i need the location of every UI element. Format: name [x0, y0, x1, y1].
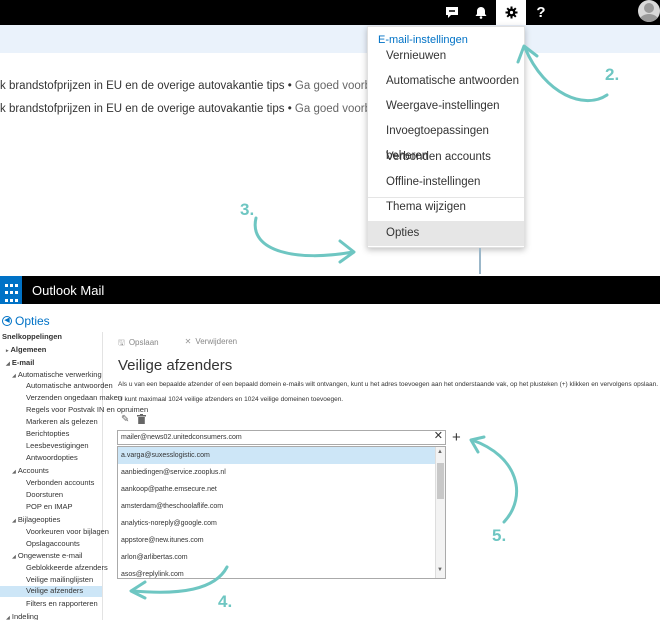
- nav-connected-accounts[interactable]: Verbonden accounts: [26, 478, 94, 487]
- avatar[interactable]: [638, 0, 660, 22]
- news-line[interactable]: k brandstofprijzen in EU en de overige a…: [0, 80, 370, 92]
- nav-blocked-senders[interactable]: Geblokkeerde afzenders: [26, 563, 108, 572]
- list-item[interactable]: arlon@arlibertas.com: [118, 549, 436, 566]
- nav-attachment-options[interactable]: ◢ Bijlageopties: [12, 515, 60, 524]
- add-sender-button[interactable]: +: [452, 429, 461, 446]
- nav-filters-reporting[interactable]: Filters en rapporteren: [26, 599, 98, 608]
- scroll-up-icon[interactable]: ▲: [437, 449, 443, 455]
- options-toolbar: 🖫 Opslaan ✕ Verwijderen: [118, 337, 237, 351]
- nav-junk-email[interactable]: ◢ Ongewenste e-mail: [12, 551, 82, 560]
- back-arrow-icon: ◀: [2, 316, 12, 326]
- menu-item-refresh[interactable]: Vernieuwen: [368, 44, 524, 69]
- list-actions: ✎: [121, 414, 147, 427]
- gear-icon[interactable]: [496, 0, 526, 25]
- bell-icon[interactable]: [466, 0, 496, 25]
- top-header-bar: ?: [0, 0, 660, 25]
- settings-dropdown: E-mail-instellingen Vernieuwen Automatis…: [367, 26, 525, 248]
- list-item[interactable]: appstore@new.itunes.com: [118, 532, 436, 549]
- app-launcher-icon[interactable]: [0, 276, 22, 304]
- annotation-arrow-2: [516, 44, 609, 103]
- nav-undo-send[interactable]: Verzenden ongedaan maken: [26, 393, 122, 402]
- chat-icon[interactable]: [437, 0, 467, 25]
- save-button[interactable]: 🖫 Opslaan: [118, 337, 159, 351]
- nav-layout[interactable]: ◢ Indeling: [6, 612, 38, 620]
- safe-senders-list: a.varga@suxesslogistic.com aanbiedingen@…: [117, 446, 446, 579]
- news-line-preview: Ga goed voorbereid de weg op met: [294, 80, 370, 92]
- nav-storage-accounts[interactable]: Opslagaccounts: [26, 539, 80, 548]
- scroll-down-icon[interactable]: ▼: [437, 567, 443, 573]
- nav-accounts[interactable]: ◢ Accounts: [12, 466, 49, 475]
- nav-safe-mailing-lists[interactable]: Veilige mailinglijsten: [26, 575, 93, 584]
- divider-line: [479, 248, 481, 274]
- outlook-app-bar: Outlook Mail: [0, 276, 660, 304]
- nav-email[interactable]: ◢ E-mail: [6, 358, 34, 367]
- nav-automatic-replies[interactable]: Automatische antwoorden: [26, 381, 113, 390]
- news-line-preview: Ga goed voorbereid de weg op met: [294, 103, 370, 115]
- list-item[interactable]: amsterdam@theschoolaflife.com: [118, 498, 436, 515]
- help-icon[interactable]: ?: [526, 0, 556, 25]
- menu-item-connected-accounts[interactable]: Verbonden accounts: [368, 145, 524, 170]
- menu-item-offline-settings[interactable]: Offline-instellingen: [368, 170, 524, 195]
- nav-read-receipts[interactable]: Leesbevestigingen: [26, 441, 89, 450]
- delete-button[interactable]: ✕ Verwijderen: [185, 337, 238, 351]
- list-item[interactable]: aanbiedingen@service.zooplus.nl: [118, 464, 436, 481]
- options-navigation: Snelkoppelingen ▸ Algemeen ◢ E-mail ◢ Autom…: [0, 332, 148, 620]
- annotation-arrow-5: [469, 435, 519, 524]
- safe-sender-input-value: mailer@news02.unitedconsumers.com: [121, 434, 242, 441]
- menu-item-manage-addins[interactable]: Invoegtoepassingen beheren: [368, 119, 524, 162]
- nav-message-options[interactable]: Berichtopties: [26, 429, 69, 438]
- nav-mark-as-read[interactable]: Markeren als gelezen: [26, 417, 98, 426]
- nav-inbox-rules[interactable]: Regels voor Postvak IN en opruimen: [26, 405, 148, 414]
- edit-pencil-icon[interactable]: ✎: [121, 414, 129, 427]
- back-label: Opties: [15, 314, 50, 328]
- nav-shortcuts[interactable]: Snelkoppelingen: [2, 332, 62, 341]
- news-line-separator: •: [287, 103, 292, 115]
- news-line-main: k brandstofprijzen in EU en de overige a…: [0, 80, 285, 92]
- nav-reply-settings[interactable]: Antwoordopties: [26, 453, 78, 462]
- list-item[interactable]: a.varga@suxesslogistic.com: [118, 447, 436, 464]
- menu-item-automatic-replies[interactable]: Automatische antwoorden: [368, 69, 524, 94]
- nav-attachment-preferences[interactable]: Voorkeuren voor bijlagen: [26, 527, 109, 536]
- news-line[interactable]: k brandstofprijzen in EU en de overige a…: [0, 103, 370, 115]
- save-icon: 🖫: [118, 338, 125, 347]
- nav-forwarding[interactable]: Doorsturen: [26, 490, 63, 499]
- page-title: Veilige afzenders: [118, 357, 233, 374]
- annotation-5: 5.: [492, 526, 507, 545]
- trash-icon[interactable]: [137, 414, 147, 427]
- list-scrollbar[interactable]: ▲ ▼: [435, 447, 445, 578]
- news-line-separator: •: [287, 80, 292, 92]
- description-text: Als u van een bepaalde afzender of een b…: [118, 381, 659, 388]
- limit-text: U kunt maximaal 1024 veilige afzenders e…: [118, 396, 344, 403]
- clear-input-icon[interactable]: ✕: [434, 430, 443, 443]
- nav-general[interactable]: ▸ Algemeen: [6, 345, 46, 354]
- nav-safe-senders[interactable]: Veilige afzenders: [0, 586, 102, 597]
- menu-item-options[interactable]: Opties: [368, 221, 524, 246]
- menu-item-change-theme[interactable]: Thema wijzigen: [368, 195, 524, 220]
- list-item[interactable]: analytics-noreply@google.com: [118, 515, 436, 532]
- close-icon: ✕: [184, 337, 192, 346]
- list-item[interactable]: aankoop@pathe.emsecure.net: [118, 481, 436, 498]
- back-to-options-link[interactable]: ◀ Opties: [2, 314, 50, 328]
- scroll-thumb[interactable]: [437, 463, 444, 499]
- app-title: Outlook Mail: [32, 283, 105, 298]
- nav-automatic-processing[interactable]: ◢ Automatische verwerking: [12, 370, 102, 379]
- news-line-main: k brandstofprijzen in EU en de overige a…: [0, 103, 285, 115]
- nav-pop-imap[interactable]: POP en IMAP: [26, 502, 73, 511]
- menu-item-display-settings[interactable]: Weergave-instellingen: [368, 94, 524, 119]
- annotation-arrow-3: [253, 216, 356, 264]
- safe-sender-input[interactable]: mailer@news02.unitedconsumers.com ✕: [117, 430, 446, 445]
- annotation-arrow-4: [129, 565, 229, 600]
